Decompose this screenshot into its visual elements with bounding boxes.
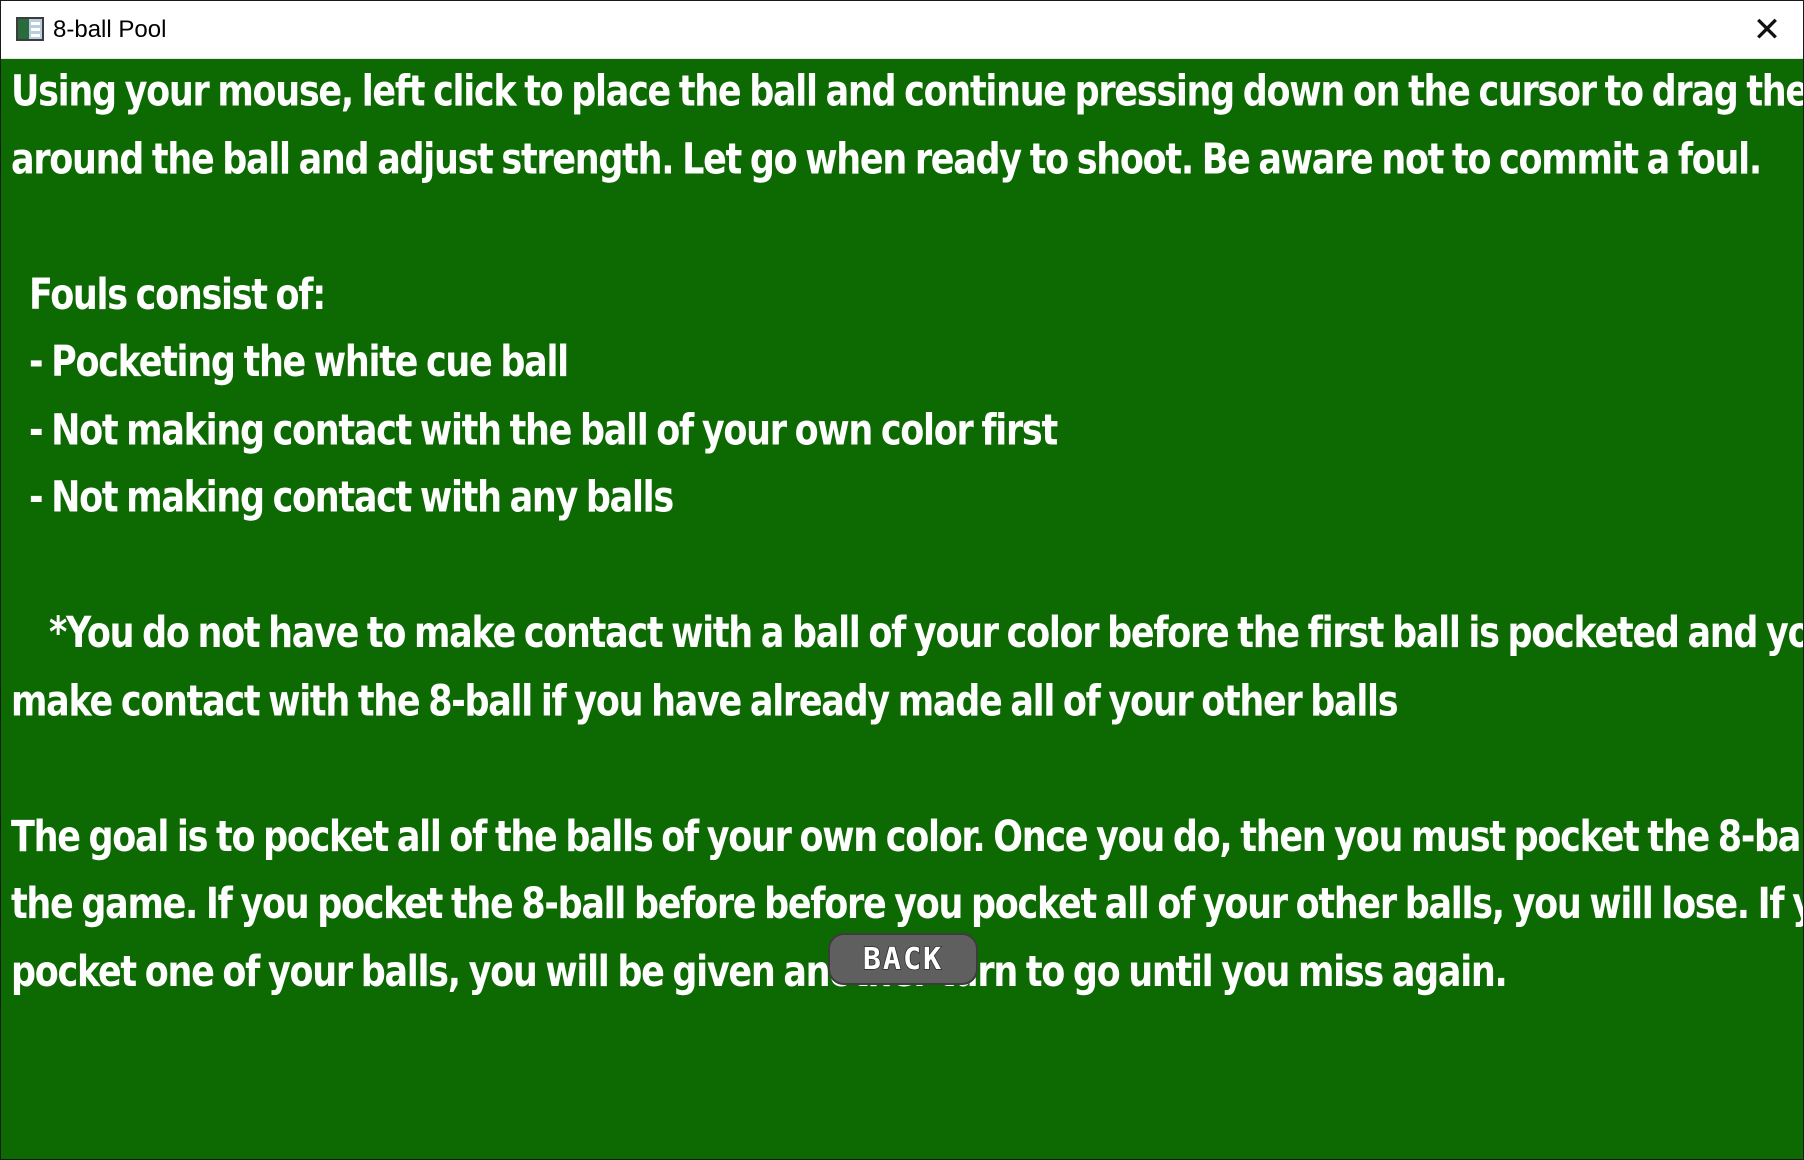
goal-line-2: the game. If you pocket the 8-ball befor…	[11, 880, 1804, 929]
foul-item: - Pocketing the white cue ball	[29, 338, 569, 388]
foul-item: - Not making contact with the ball of yo…	[29, 406, 1058, 455]
note-line-1: *You do not have to make contact with a …	[49, 609, 1804, 659]
back-button-label: BACK	[862, 941, 944, 978]
intro-line-2: around the ball and adjust strength. Let…	[11, 135, 1762, 185]
app-icon	[16, 17, 44, 41]
window-title: 8-ball Pool	[53, 16, 167, 43]
goal-line-1: The goal is to pocket all of the balls o…	[11, 812, 1804, 862]
intro-line-1: Using your mouse, left click to place th…	[11, 67, 1804, 117]
fouls-heading: Fouls consist of:	[29, 270, 326, 320]
instructions-text: Using your mouse, left click to place th…	[11, 59, 1804, 1007]
back-button[interactable]: BACK	[828, 933, 978, 985]
close-button[interactable]: ✕	[1731, 1, 1803, 58]
game-window: 8-ball Pool ✕ Using your mouse, left cli…	[0, 0, 1804, 1160]
title-bar: 8-ball Pool ✕	[1, 1, 1803, 59]
note-line-2: make contact with the 8-ball if you have…	[11, 676, 1399, 726]
foul-item: - Not making contact with any balls	[29, 473, 674, 523]
